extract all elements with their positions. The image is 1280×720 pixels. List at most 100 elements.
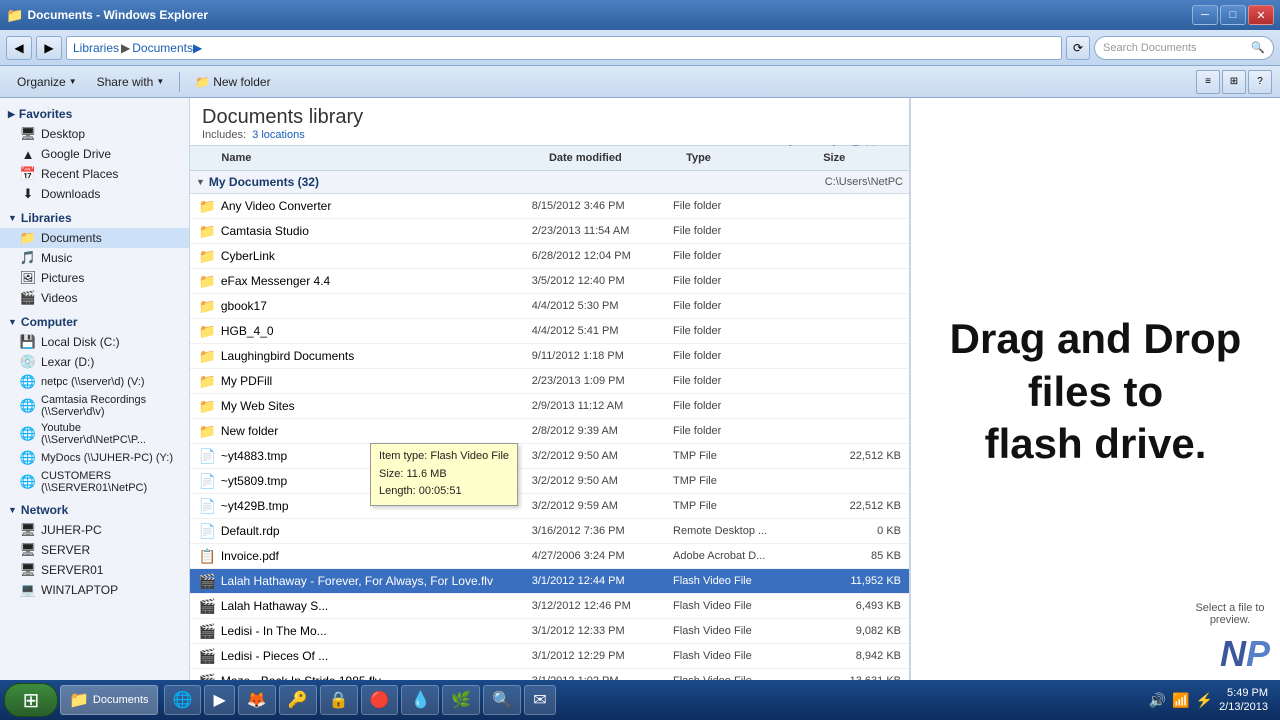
view-detail-button[interactable]: ⊞: [1222, 70, 1246, 94]
win7laptop-label: WIN7LAPTOP: [41, 583, 118, 597]
file-icon: 📄: [198, 446, 217, 466]
refresh-button[interactable]: ⟳: [1066, 36, 1090, 60]
col-header-size[interactable]: Size: [817, 150, 909, 166]
computer-header[interactable]: ▼ Computer: [0, 312, 189, 332]
sidebar-item-youtube[interactable]: 🌐 Youtube (\\Server\d\NetPC\P...: [0, 420, 189, 448]
close-button[interactable]: ✕: [1248, 5, 1274, 25]
recentplaces-label: Recent Places: [41, 167, 118, 181]
sidebar-item-documents[interactable]: 📁 Documents: [0, 228, 189, 248]
file-icon: 🎬: [198, 621, 217, 641]
table-row[interactable]: 📁 New folder 2/8/2012 9:39 AM File folde…: [190, 419, 909, 444]
taskbar-explorer[interactable]: 📁 Documents: [60, 685, 158, 715]
table-row[interactable]: 📋 Invoice.pdf 4/27/2006 3:24 PM Adobe Ac…: [190, 544, 909, 569]
address-path[interactable]: Libraries ▶ Documents ▶: [66, 36, 1062, 60]
maximize-button[interactable]: □: [1220, 5, 1246, 25]
file-name: CyberLink: [221, 249, 532, 263]
juher-pc-label: JUHER-PC: [41, 523, 102, 537]
table-row[interactable]: 🎬 Ledisi - In The Mo... 3/1/2012 12:33 P…: [190, 619, 909, 644]
tray-icon-2[interactable]: 📶: [1172, 692, 1189, 709]
camtasia-icon: 🌐: [20, 398, 36, 414]
col-header-date[interactable]: Date modified: [543, 150, 680, 166]
taskbar-firefox[interactable]: 🦊: [238, 685, 276, 715]
sidebar-item-juher-pc[interactable]: 🖥 JUHER-PC: [0, 520, 189, 540]
libraries-header[interactable]: ▼ Libraries: [0, 208, 189, 228]
table-row[interactable]: 🎬 Lalah Hathaway S... 3/12/2012 12:46 PM…: [190, 594, 909, 619]
sidebar-item-localc[interactable]: 💾 Local Disk (C:): [0, 332, 189, 352]
file-icon: 🎬: [198, 646, 217, 666]
sidebar-item-customers[interactable]: 🌐 CUSTOMERS (\\SERVER01\NetPC): [0, 468, 189, 496]
table-row[interactable]: 📁 My Web Sites 2/9/2013 11:12 AM File fo…: [190, 394, 909, 419]
table-row[interactable]: 📄 ~yt4883.tmp 3/2/2012 9:50 AM TMP File …: [190, 444, 909, 469]
taskbar-app6[interactable]: 🔍: [483, 685, 521, 715]
network-label: Network: [21, 503, 68, 517]
minimize-button[interactable]: ─: [1192, 5, 1218, 25]
table-row[interactable]: 📁 Laughingbird Documents 9/11/2012 1:18 …: [190, 344, 909, 369]
tray-icon-3[interactable]: ⚡: [1196, 692, 1213, 709]
taskbar-app3[interactable]: 🔴: [361, 685, 399, 715]
path-libraries: Libraries: [73, 41, 119, 55]
sidebar-item-win7laptop[interactable]: 💻 WIN7LAPTOP: [0, 580, 189, 600]
file-size: 22,512 KB: [814, 500, 909, 512]
network-header[interactable]: ▼ Network: [0, 500, 189, 520]
table-row[interactable]: 📁 Any Video Converter 8/15/2012 3:46 PM …: [190, 194, 909, 219]
table-row[interactable]: 📄 ~yt5809.tmp 3/2/2012 9:50 AM TMP File: [190, 469, 909, 494]
file-icon: 📁: [198, 421, 217, 441]
sidebar-item-mydocs[interactable]: 🌐 MyDocs (\\JUHER-PC) (Y:): [0, 448, 189, 468]
sidebar-item-server01[interactable]: 🖥 SERVER01: [0, 560, 189, 580]
sidebar-item-camtasia[interactable]: 🌐 Camtasia Recordings (\\Server\d\v): [0, 392, 189, 420]
np-logo: NP: [1220, 633, 1270, 676]
favorites-arrow: ▶: [8, 109, 15, 120]
sidebar-item-recentplaces[interactable]: 📅 Recent Places: [0, 164, 189, 184]
locations-link[interactable]: 3 locations: [252, 129, 305, 141]
sidebar-item-desktop[interactable]: 🖥 Desktop: [0, 124, 189, 144]
taskbar-app7[interactable]: ✉: [524, 685, 555, 715]
file-icon: 📄: [198, 521, 217, 541]
file-list[interactable]: Documents library Includes: 3 locations …: [190, 98, 910, 686]
organize-button[interactable]: Organize ▼: [8, 69, 86, 95]
forward-button[interactable]: ▶: [36, 36, 62, 60]
search-box[interactable]: Search Documents 🔍: [1094, 36, 1274, 60]
server-icon: 🖥: [20, 542, 36, 558]
view-list-button[interactable]: ≡: [1196, 70, 1220, 94]
table-row[interactable]: 📁 Camtasia Studio 2/23/2013 11:54 AM Fil…: [190, 219, 909, 244]
back-button[interactable]: ◀: [6, 36, 32, 60]
table-row[interactable]: 📄 Default.rdp 3/16/2012 7:36 PM Remote D…: [190, 519, 909, 544]
sidebar-item-lexard[interactable]: 💿 Lexar (D:): [0, 352, 189, 372]
taskbar-app1[interactable]: 🔑: [279, 685, 317, 715]
tray-icon-1[interactable]: 🔊: [1149, 692, 1166, 709]
file-icon: 📁: [198, 321, 217, 341]
taskbar-wmp[interactable]: ▶: [204, 685, 234, 715]
help-button[interactable]: ?: [1248, 70, 1272, 94]
file-type: File folder: [673, 400, 814, 412]
col-header-name[interactable]: Name: [215, 150, 543, 166]
start-button[interactable]: ⊞: [4, 683, 58, 717]
table-row[interactable]: 🎬 Lalah Hathaway - Forever, For Always, …: [190, 569, 909, 594]
table-row[interactable]: 📄 ~yt429B.tmp 3/2/2012 9:59 AM TMP File …: [190, 494, 909, 519]
table-row[interactable]: 📁 gbook17 4/4/2012 5:30 PM File folder: [190, 294, 909, 319]
taskbar-app2[interactable]: 🔒: [320, 685, 358, 715]
table-row[interactable]: 📁 My PDFill 2/23/2013 1:09 PM File folde…: [190, 369, 909, 394]
table-row[interactable]: 📁 HGB_4_0 4/4/2012 5:41 PM File folder: [190, 319, 909, 344]
sidebar-item-server[interactable]: 🖥 SERVER: [0, 540, 189, 560]
share-button[interactable]: Share with ▼: [88, 69, 174, 95]
sidebar-item-downloads[interactable]: ⬇ Downloads: [0, 184, 189, 204]
favorites-header[interactable]: ▶ Favorites: [0, 104, 189, 124]
taskbar-ie[interactable]: 🌐: [164, 685, 202, 715]
sidebar-item-netpc-v[interactable]: 🌐 netpc (\\server\d) (V:): [0, 372, 189, 392]
taskbar-app5[interactable]: 🌿: [442, 685, 480, 715]
app2-icon: 🔒: [329, 690, 349, 710]
table-row[interactable]: 📁 CyberLink 6/28/2012 12:04 PM File fold…: [190, 244, 909, 269]
sidebar-item-videos[interactable]: 🎬 Videos: [0, 288, 189, 308]
sidebar: ▶ Favorites 🖥 Desktop ▲ Google Drive 📅 R…: [0, 98, 190, 686]
table-row[interactable]: 📁 eFax Messenger 4.4 3/5/2012 12:40 PM F…: [190, 269, 909, 294]
group-header[interactable]: ▼ My Documents (32) C:\Users\NetPC: [190, 171, 909, 194]
sidebar-item-googledrive[interactable]: ▲ Google Drive: [0, 144, 189, 164]
taskbar-app4[interactable]: 💧: [401, 685, 439, 715]
table-row[interactable]: 🎬 Ledisi - Pieces Of ... 3/1/2012 12:29 …: [190, 644, 909, 669]
file-type: Flash Video File: [673, 650, 814, 662]
col-header-type[interactable]: Type: [680, 150, 817, 166]
file-icon: 📁: [198, 221, 217, 241]
sidebar-item-pictures[interactable]: 🖼 Pictures: [0, 268, 189, 288]
sidebar-item-music[interactable]: 🎵 Music: [0, 248, 189, 268]
new-folder-button[interactable]: 📁 New folder: [186, 69, 279, 95]
